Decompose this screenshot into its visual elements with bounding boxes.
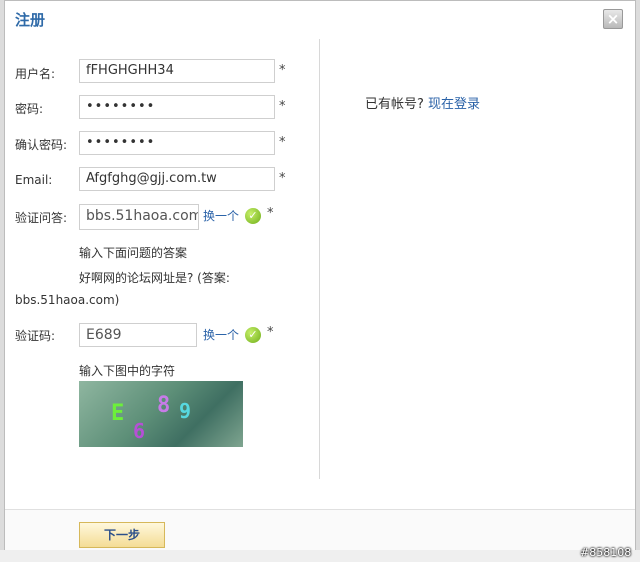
captcha-char: E [111,401,125,426]
captcha-input[interactable]: E689 [79,323,197,347]
captcha-label: 验证码: [15,329,56,343]
email-label: Email: [15,173,53,187]
confirm-password-input[interactable]: •••••••• [79,131,275,155]
dialog-title: 注册 [15,11,46,29]
question-check-icon: ✓ [245,208,261,224]
question-text: 好啊网的论坛网址是? (答案: [79,271,230,285]
question-label: 验证问答: [15,211,68,225]
password-label: 密码: [15,102,44,116]
username-label: 用户名: [15,67,56,81]
email-input[interactable]: Afgfghg@gjj.com.tw [79,167,275,191]
login-prompt: 已有帐号? 现在登录 [365,93,480,112]
question-change-link[interactable]: 换一个 [203,207,239,224]
close-button[interactable]: × [603,9,623,29]
dialog-footer: 下一步 [5,509,635,550]
confirm-password-required-mark: * [279,135,286,150]
background-strip [0,550,640,562]
question-answer-hint: bbs.51haoa.com) [15,293,120,307]
captcha-char: 9 [179,399,192,423]
confirm-password-label: 确认密码: [15,138,68,152]
captcha-check-icon: ✓ [245,327,261,343]
captcha-change-link[interactable]: 换一个 [203,326,239,343]
question-required-mark: * [267,206,274,221]
dialog-titlebar: 注册 × [5,1,635,35]
password-required-mark: * [279,99,286,114]
login-prompt-text: 已有帐号? [365,97,424,112]
captcha-char: 6 [133,419,146,443]
register-dialog: 注册 × 用户名: fFHGHGHH34 * 密码: •••••••• * 确认… [4,0,636,550]
email-required-mark: * [279,171,286,186]
captcha-hint: 输入下图中的字符 [79,364,176,378]
captcha-image[interactable]: E 6 8 9 [79,381,243,447]
username-input[interactable]: fFHGHGHH34 [79,59,275,83]
question-hint: 输入下面问题的答案 [79,246,188,260]
question-answer-input[interactable]: bbs.51haoa.com [79,204,199,230]
login-link[interactable]: 现在登录 [428,97,480,112]
next-step-button[interactable]: 下一步 [79,522,165,548]
captcha-required-mark: * [267,325,274,340]
column-divider [319,39,320,479]
watermark: #858108 [580,546,632,559]
password-input[interactable]: •••••••• [79,95,275,119]
username-required-mark: * [279,63,286,78]
captcha-char: 8 [157,393,171,418]
